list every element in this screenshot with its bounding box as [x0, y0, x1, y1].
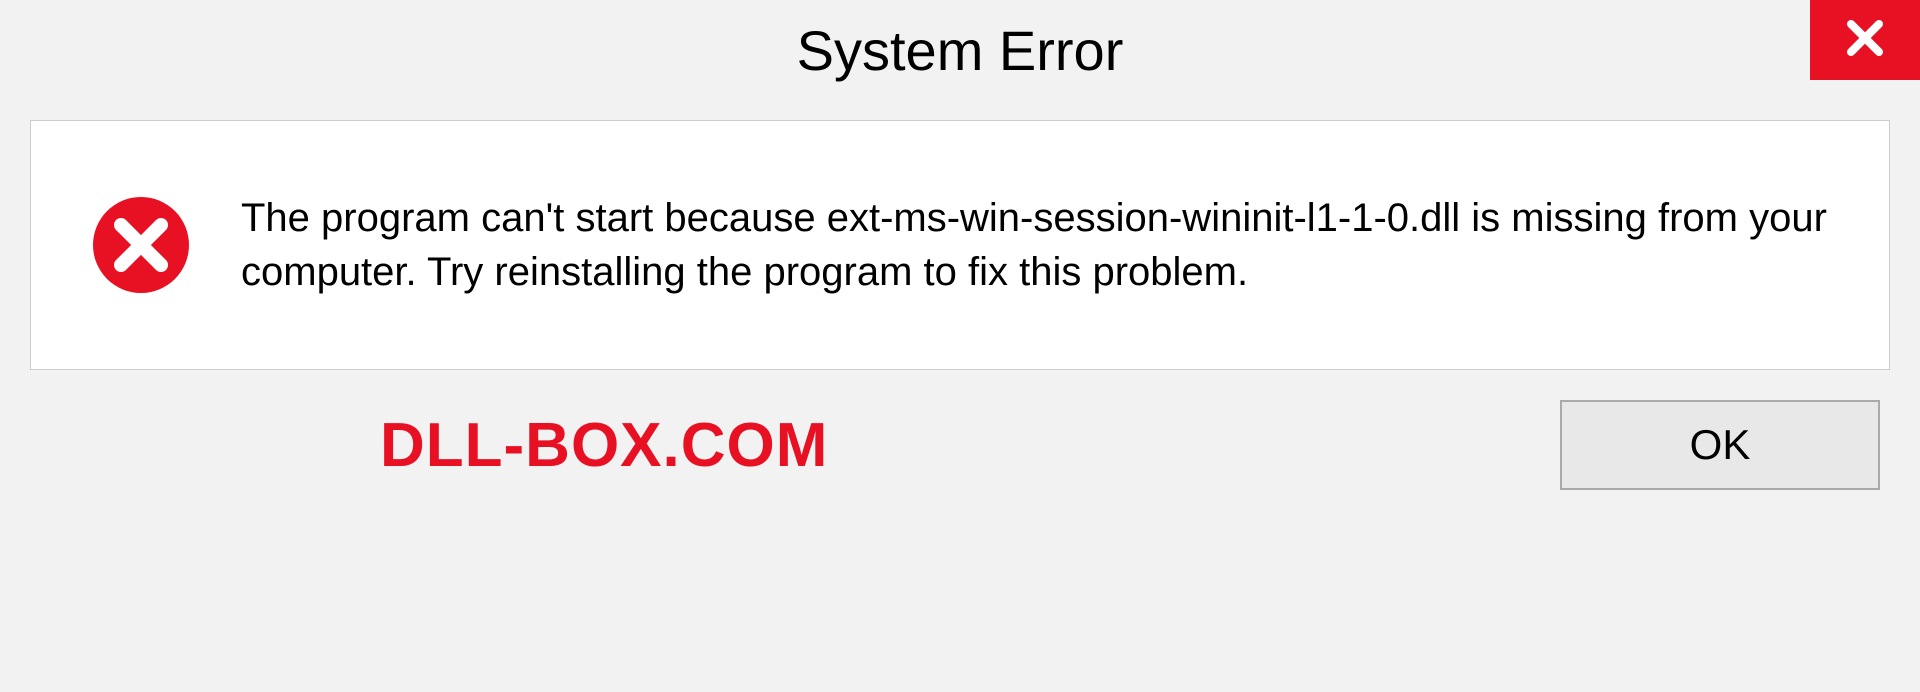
message-panel: The program can't start because ext-ms-w…: [30, 120, 1890, 370]
dialog-title: System Error: [797, 18, 1124, 83]
error-message: The program can't start because ext-ms-w…: [241, 191, 1829, 299]
footer: DLL-BOX.COM OK: [30, 400, 1890, 490]
ok-button[interactable]: OK: [1560, 400, 1880, 490]
close-button[interactable]: [1810, 0, 1920, 80]
error-icon: [91, 195, 191, 295]
watermark-text: DLL-BOX.COM: [40, 410, 828, 481]
titlebar: System Error: [0, 0, 1920, 100]
close-icon: [1841, 14, 1889, 67]
